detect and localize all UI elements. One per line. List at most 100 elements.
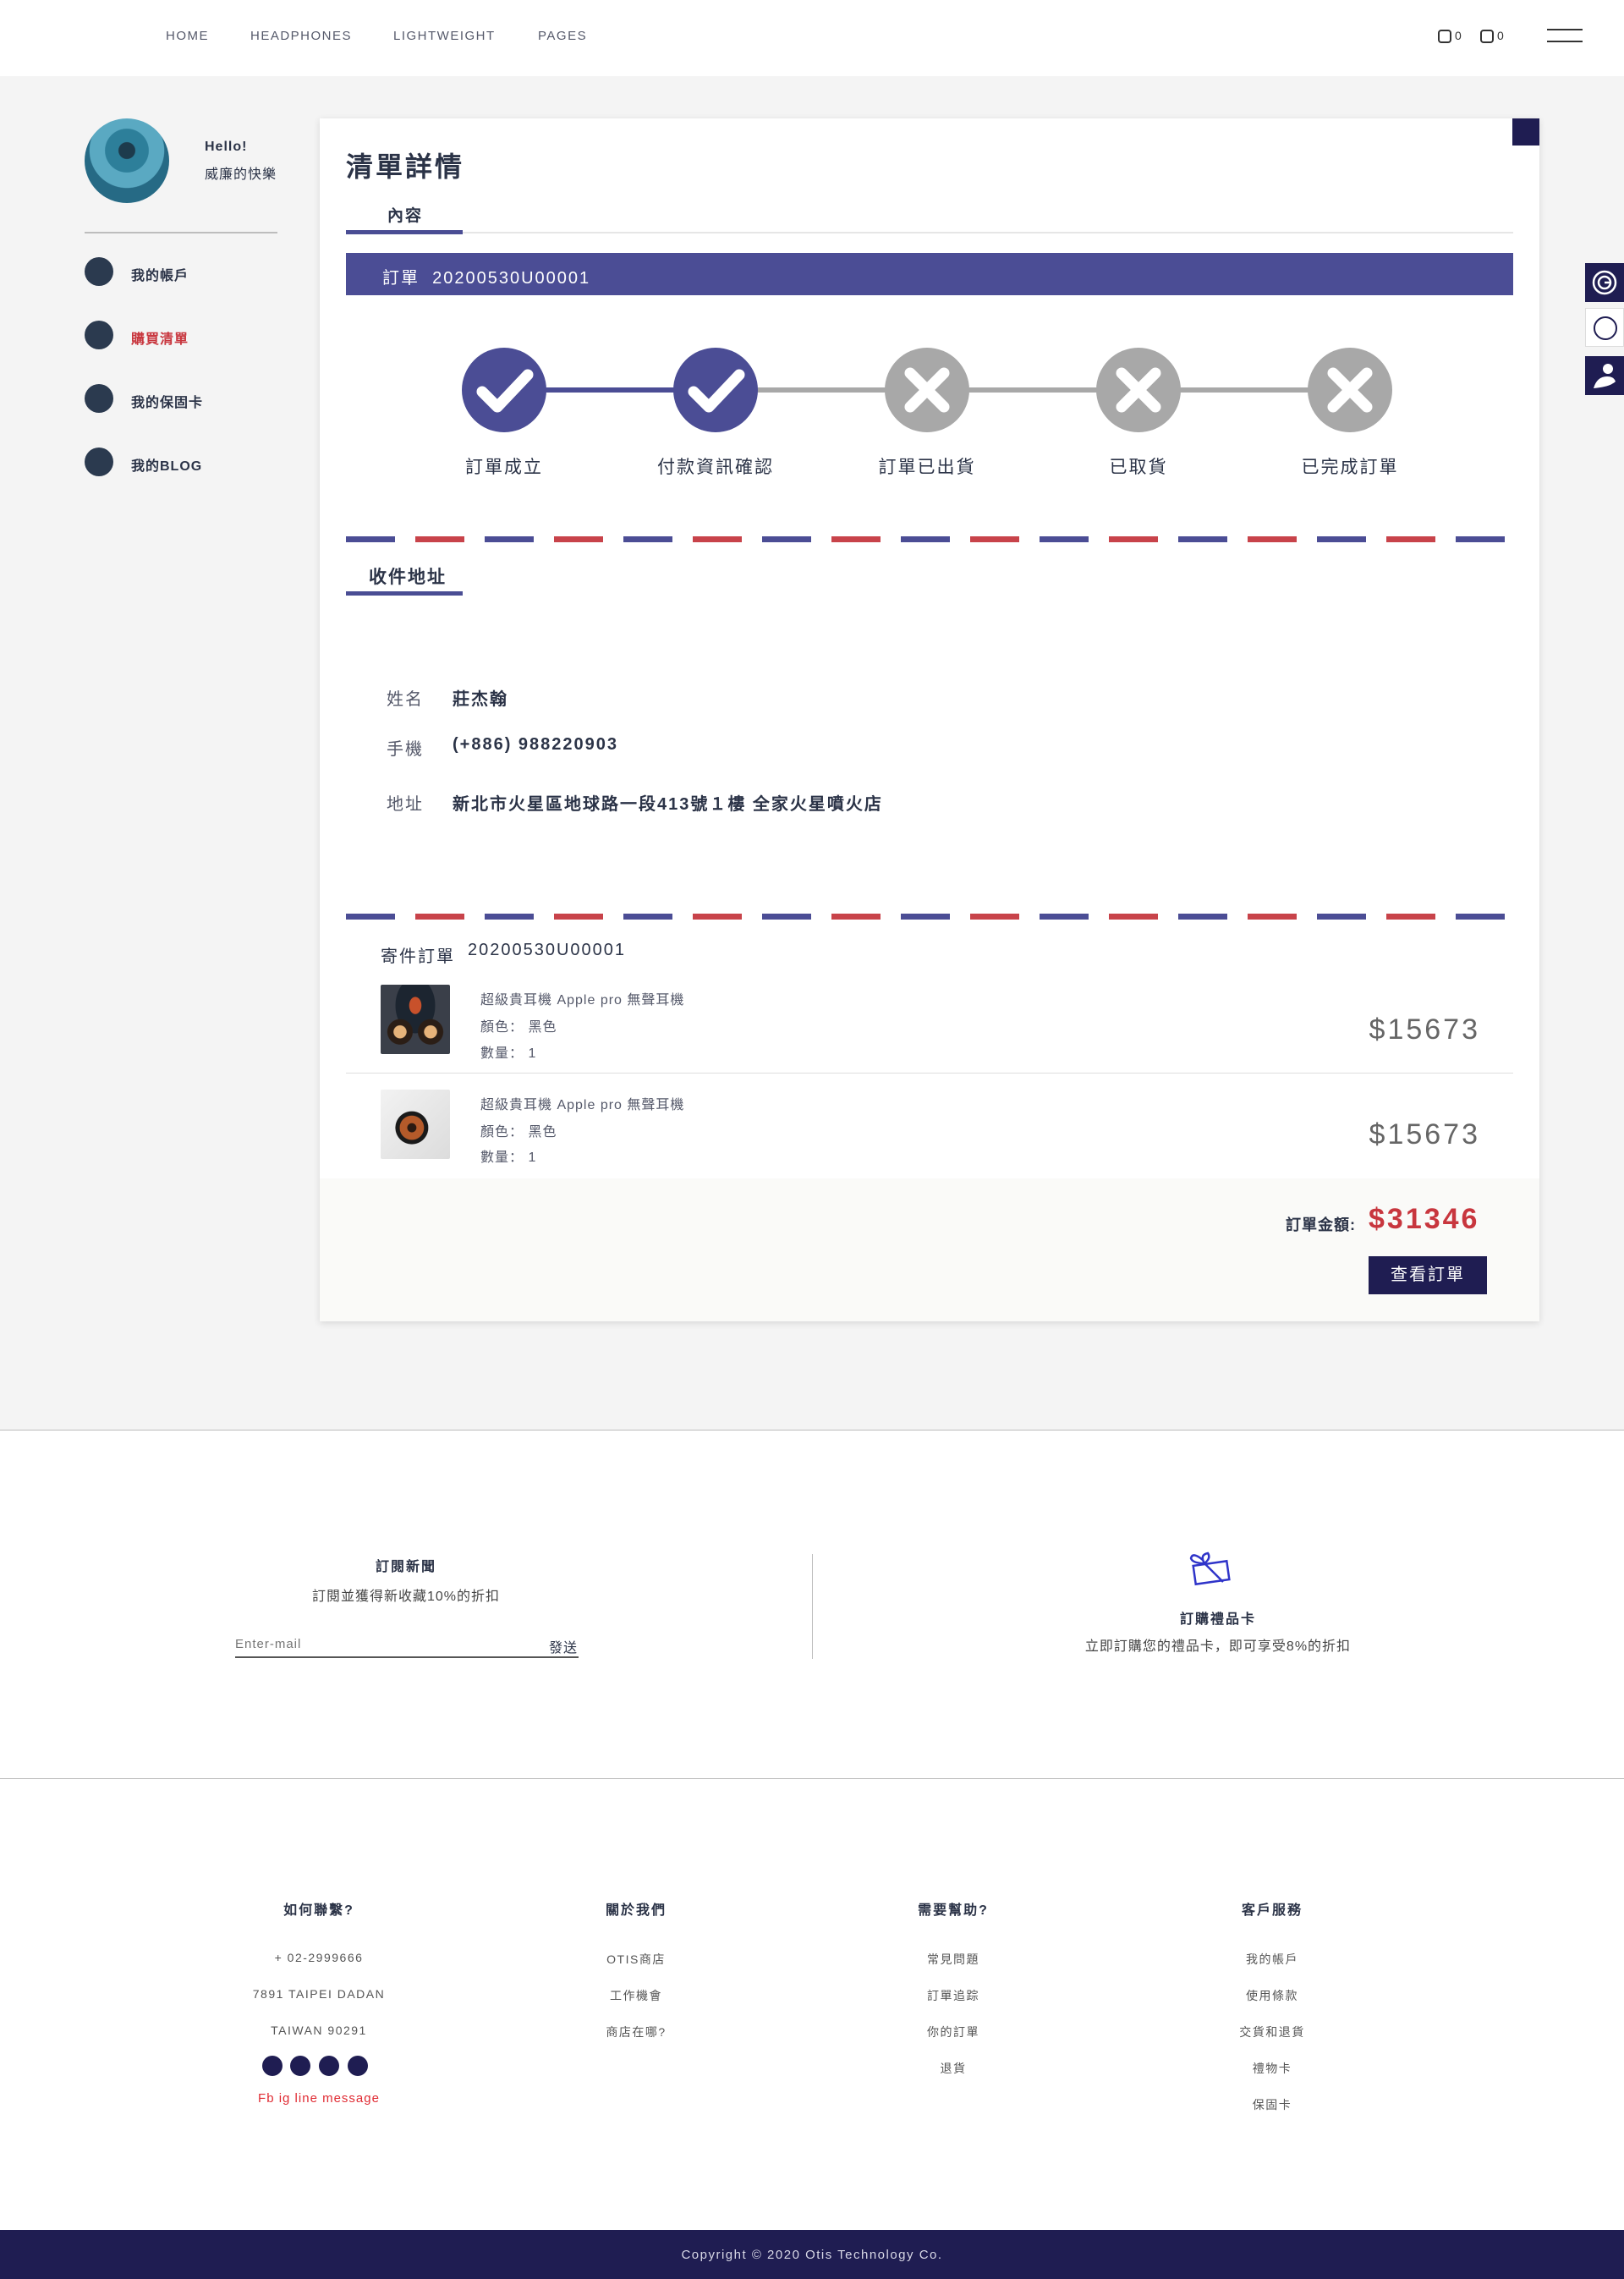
- product-2-image[interactable]: [381, 1090, 450, 1159]
- product-1-image[interactable]: [381, 985, 450, 1054]
- footer-top-divider: [0, 1430, 1624, 1431]
- tab-baseline: [346, 232, 1513, 233]
- step-3-label: 訂單已出貨: [878, 458, 976, 477]
- sidebar-divider: [85, 232, 277, 233]
- cart-count: 0: [1455, 29, 1462, 42]
- footer-about-link-3[interactable]: 商店在哪?: [551, 2024, 721, 2040]
- instagram-icon[interactable]: [290, 2056, 310, 2076]
- hamburger-icon-line: [1547, 41, 1583, 42]
- gift-card-title: 訂購禮品卡: [1179, 1612, 1256, 1627]
- line-icon[interactable]: [319, 2056, 339, 2076]
- sidebar-item-warranty[interactable]: 我的保固卡: [131, 391, 203, 411]
- wishlist-icon: [1480, 30, 1494, 44]
- sidebar-item-account[interactable]: 我的帳戶: [131, 264, 189, 284]
- order-bar-text: 訂單 20200530U00001: [382, 264, 590, 288]
- wishlist-button[interactable]: 0: [1480, 29, 1504, 44]
- floating-button-3[interactable]: [1585, 356, 1624, 395]
- newsletter-title: 訂閱新聞: [375, 1560, 436, 1574]
- product-1-name[interactable]: 超級貴耳機 Apple pro 無聲耳機: [480, 988, 684, 1008]
- newsletter-email-input[interactable]: [235, 1631, 579, 1658]
- footer-col-help-title: 需要幫助?: [918, 1903, 989, 1918]
- newsletter-send-button[interactable]: 發送: [549, 1636, 578, 1656]
- orders-dot-icon: [85, 321, 113, 349]
- footer-contact-street: 7891 TAIPEI DADAN: [252, 1987, 386, 2001]
- nav-home[interactable]: HOME: [166, 29, 209, 43]
- avatar[interactable]: [85, 118, 169, 203]
- footer-about-link-1[interactable]: OTIS商店: [551, 1951, 721, 1968]
- newsletter-subtitle: 訂閱並獲得新收藏10%的折扣: [311, 1590, 501, 1604]
- cart-button[interactable]: 0: [1438, 29, 1462, 44]
- blog-dot-icon: [85, 448, 113, 476]
- footer-help-link-1[interactable]: 常見問題: [869, 1951, 1038, 1968]
- address-underline: [346, 591, 463, 596]
- phone-value: (+886) 988220903: [453, 735, 619, 754]
- greeting: Hello!: [205, 140, 248, 154]
- product-2-qty: 數量： 1: [480, 1150, 537, 1165]
- product-2-price: $15673: [1369, 1118, 1480, 1150]
- hamburger-icon: [1547, 29, 1583, 30]
- tab-underline: [346, 230, 463, 234]
- nav-headphones[interactable]: HEADPHONES: [250, 29, 352, 43]
- product-1-color: 顏色： 黑色: [480, 1020, 557, 1035]
- footer-help-link-2[interactable]: 訂單追踪: [869, 1987, 1038, 2004]
- facebook-icon[interactable]: [262, 2056, 283, 2076]
- product-1-qty: 數量： 1: [480, 1046, 537, 1061]
- product-2-name[interactable]: 超級貴耳機 Apple pro 無聲耳機: [480, 1093, 684, 1113]
- airmail-divider: [346, 536, 1513, 542]
- step-4-x-icon: [1096, 348, 1181, 432]
- shipment-code: 20200530U00001: [468, 941, 627, 959]
- name-value: 莊杰翰: [453, 690, 508, 709]
- airmail-divider-2: [346, 914, 1513, 920]
- name-label: 姓名: [387, 690, 424, 709]
- order-code: 20200530U00001: [432, 269, 591, 288]
- circle-icon: [1594, 316, 1617, 340]
- footer-contact-phone: + 02-2999666: [274, 1951, 364, 1964]
- step-5-x-icon: [1308, 348, 1392, 432]
- footer-service-link-2[interactable]: 使用條款: [1188, 1987, 1357, 2004]
- footer-service-link-1[interactable]: 我的帳戶: [1188, 1951, 1357, 1968]
- floating-button-2[interactable]: [1585, 308, 1624, 347]
- total-area: [320, 1178, 1539, 1321]
- footer-help-link-3[interactable]: 你的訂單: [869, 2024, 1038, 2040]
- sidebar-item-blog[interactable]: 我的BLOG: [131, 454, 202, 475]
- cart-icon: [1438, 30, 1451, 44]
- footer-col-contact-title: 如何聯繫?: [283, 1903, 354, 1918]
- social-labels: Fb ig line message: [258, 2091, 380, 2106]
- sidebar-item-orders[interactable]: 購買清單: [131, 327, 189, 348]
- total-label: 訂單金額:: [1286, 1216, 1356, 1233]
- wishlist-count: 0: [1497, 29, 1504, 42]
- total-value: $31346: [1369, 1203, 1480, 1235]
- step-1-check-icon: [462, 348, 546, 432]
- step-4-label: 已取貨: [1109, 458, 1168, 477]
- gift-card-icon: [1189, 1551, 1231, 1586]
- footer-about-link-2[interactable]: 工作機會: [551, 1987, 721, 2004]
- floating-button-1[interactable]: [1585, 263, 1624, 302]
- message-icon[interactable]: [348, 2056, 368, 2076]
- view-order-button[interactable]: 查看訂單: [1369, 1256, 1487, 1294]
- step-3-x-icon: [885, 348, 969, 432]
- footer-service-link-4[interactable]: 禮物卡: [1188, 2060, 1357, 2077]
- site-header: [0, 0, 1624, 76]
- footer-col-service-title: 客戶服務: [1241, 1903, 1303, 1918]
- menu-button[interactable]: [1547, 25, 1583, 46]
- footer-service-link-5[interactable]: 保固卡: [1188, 2096, 1357, 2113]
- footer-help-link-4[interactable]: 退貨: [869, 2060, 1038, 2077]
- nav-pages[interactable]: PAGES: [538, 29, 587, 43]
- user-icon: [1594, 364, 1616, 388]
- progress-line-pending: [716, 387, 1350, 393]
- circle-g-icon: [1592, 270, 1617, 295]
- page-title: 清單詳情: [346, 151, 465, 182]
- step-2-check-icon: [673, 348, 758, 432]
- address-section-title: 收件地址: [369, 568, 447, 587]
- nav-lightweight[interactable]: LIGHTWEIGHT: [393, 29, 496, 43]
- user-name: 威廉的快樂: [205, 167, 277, 182]
- account-dot-icon: [85, 257, 113, 286]
- product-1-price: $15673: [1369, 1013, 1480, 1046]
- gift-card-subtitle: 立即訂購您的禮品卡，即可享受8%的折扣: [1084, 1639, 1352, 1654]
- footer-service-link-3[interactable]: 交貨和退貨: [1188, 2024, 1357, 2040]
- step-5-label: 已完成訂單: [1301, 458, 1399, 477]
- footer-middle-divider: [0, 1778, 1624, 1779]
- footer-contact-city: TAIWAN 90291: [271, 2024, 367, 2037]
- tab-content[interactable]: 內容: [387, 203, 423, 226]
- footer-vertical-divider: [812, 1554, 813, 1659]
